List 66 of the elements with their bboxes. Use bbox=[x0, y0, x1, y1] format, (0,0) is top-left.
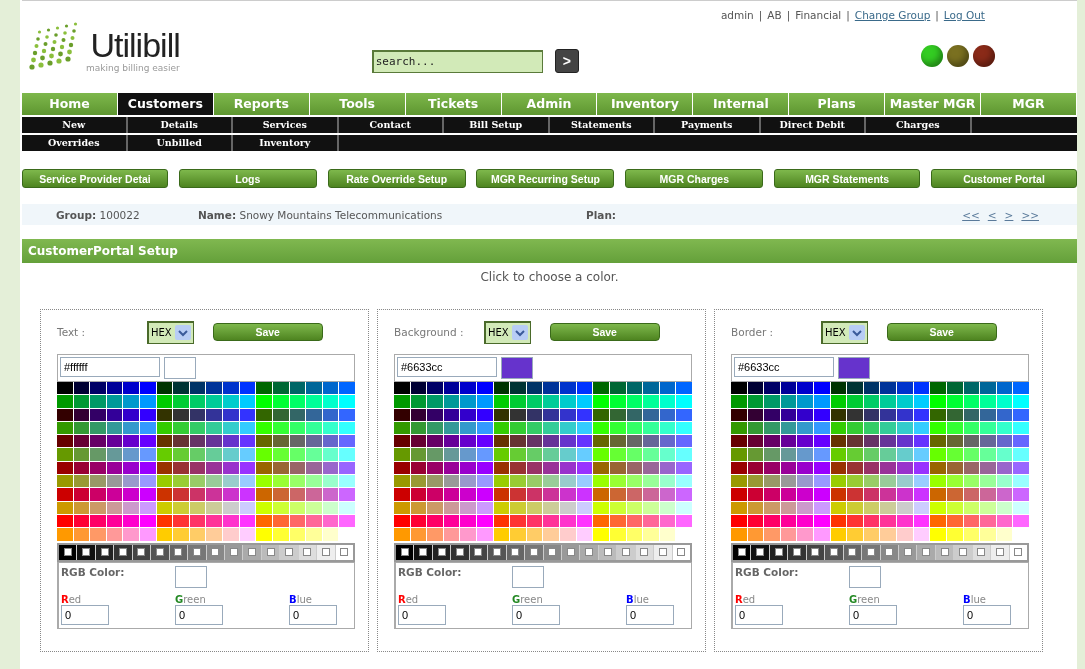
sub-nav-item[interactable]: Services bbox=[233, 117, 339, 133]
pager-link[interactable]: > bbox=[1004, 208, 1014, 221]
channel-label: Blue bbox=[963, 593, 987, 605]
header-link[interactable]: Log Out bbox=[943, 9, 985, 21]
user-info-text: AB bbox=[767, 9, 782, 21]
channel-value-field[interactable]: 0 bbox=[626, 604, 674, 625]
sub-nav-item[interactable]: Overrides bbox=[22, 135, 128, 151]
format-dropdown[interactable]: HEX bbox=[821, 320, 868, 344]
user-info-text: admin bbox=[720, 9, 754, 21]
search-field[interactable]: search... bbox=[371, 49, 543, 73]
channel-value-field[interactable]: 0 bbox=[963, 604, 1011, 625]
hex-value-field[interactable]: #6633cc bbox=[397, 357, 497, 377]
channel-label: Red bbox=[61, 593, 83, 605]
section-header: CustomerPortal Setup bbox=[22, 239, 1077, 263]
name-text: Name: Snowy Mountains Telecommunications bbox=[198, 208, 444, 221]
format-dropdown[interactable]: HEX bbox=[484, 320, 531, 344]
header-link[interactable]: Change Group bbox=[854, 9, 931, 21]
sub-nav-item[interactable]: New bbox=[22, 117, 128, 133]
logo-wordmark: Utilibill bbox=[90, 27, 180, 63]
rgb-color-label: RGB Color: bbox=[61, 565, 126, 578]
channel-value-field[interactable]: 0 bbox=[398, 604, 446, 625]
channel-label: Green bbox=[512, 593, 544, 605]
separator-text: | bbox=[786, 9, 791, 21]
sub-nav-item[interactable]: Inventory bbox=[233, 135, 339, 151]
picker-label: Background : bbox=[394, 326, 465, 338]
channel-label: Blue bbox=[289, 593, 313, 605]
user-info-text: Financial bbox=[795, 9, 842, 21]
action-button[interactable]: Logs bbox=[178, 169, 317, 188]
sub-nav-item[interactable]: Charges bbox=[866, 117, 972, 133]
sub-nav-item[interactable]: Contact bbox=[338, 117, 444, 133]
hex-value-field[interactable]: #6633cc bbox=[734, 357, 834, 377]
channel-value-field[interactable]: 0 bbox=[849, 604, 897, 625]
logo-tagline: making billing easier bbox=[86, 63, 180, 73]
format-dropdown[interactable]: HEX bbox=[147, 320, 194, 344]
separator-text: | bbox=[935, 9, 939, 21]
channel-value-field[interactable]: 0 bbox=[735, 604, 783, 625]
plan-label: Plan: bbox=[586, 208, 617, 221]
pager-link[interactable]: < bbox=[987, 208, 997, 221]
separator-text: | bbox=[846, 9, 850, 21]
rgb-color-label: RGB Color: bbox=[398, 565, 463, 578]
instruction-text: Click to choose a color. bbox=[479, 270, 620, 284]
picker-label: Border : bbox=[731, 326, 775, 338]
channel-label: Red bbox=[735, 593, 757, 605]
pager-link[interactable]: >> bbox=[1021, 208, 1039, 221]
channel-label: Green bbox=[849, 593, 881, 605]
channel-value-field[interactable]: 0 bbox=[289, 604, 337, 625]
channel-value-field[interactable]: 0 bbox=[512, 604, 560, 625]
pager-link[interactable]: << bbox=[962, 208, 980, 221]
separator-text: | bbox=[758, 9, 763, 21]
hex-value-field[interactable]: #ffffff bbox=[60, 357, 160, 377]
channel-label: Blue bbox=[626, 593, 650, 605]
search-button[interactable]: > bbox=[554, 49, 579, 73]
sub-nav-item[interactable]: Statements bbox=[549, 117, 655, 133]
sub-nav-item[interactable]: Bill Setup bbox=[444, 117, 550, 133]
sub-nav-item[interactable]: Payments bbox=[655, 117, 761, 133]
picker-label: Text : bbox=[57, 326, 87, 338]
channel-value-field[interactable]: 0 bbox=[175, 604, 223, 625]
channel-value-field[interactable]: 0 bbox=[61, 604, 109, 625]
sub-nav-item[interactable]: Direct Debit bbox=[760, 117, 866, 133]
channel-label: Red bbox=[398, 593, 420, 605]
nav-tab[interactable]: Customers bbox=[117, 93, 214, 115]
sub-nav-item[interactable]: Details bbox=[127, 117, 233, 133]
rgb-color-label: RGB Color: bbox=[735, 565, 800, 578]
group-text: Group: 100022 bbox=[56, 208, 141, 221]
channel-label: Green bbox=[175, 593, 207, 605]
sub-nav-item[interactable]: Unbilled bbox=[127, 135, 233, 151]
